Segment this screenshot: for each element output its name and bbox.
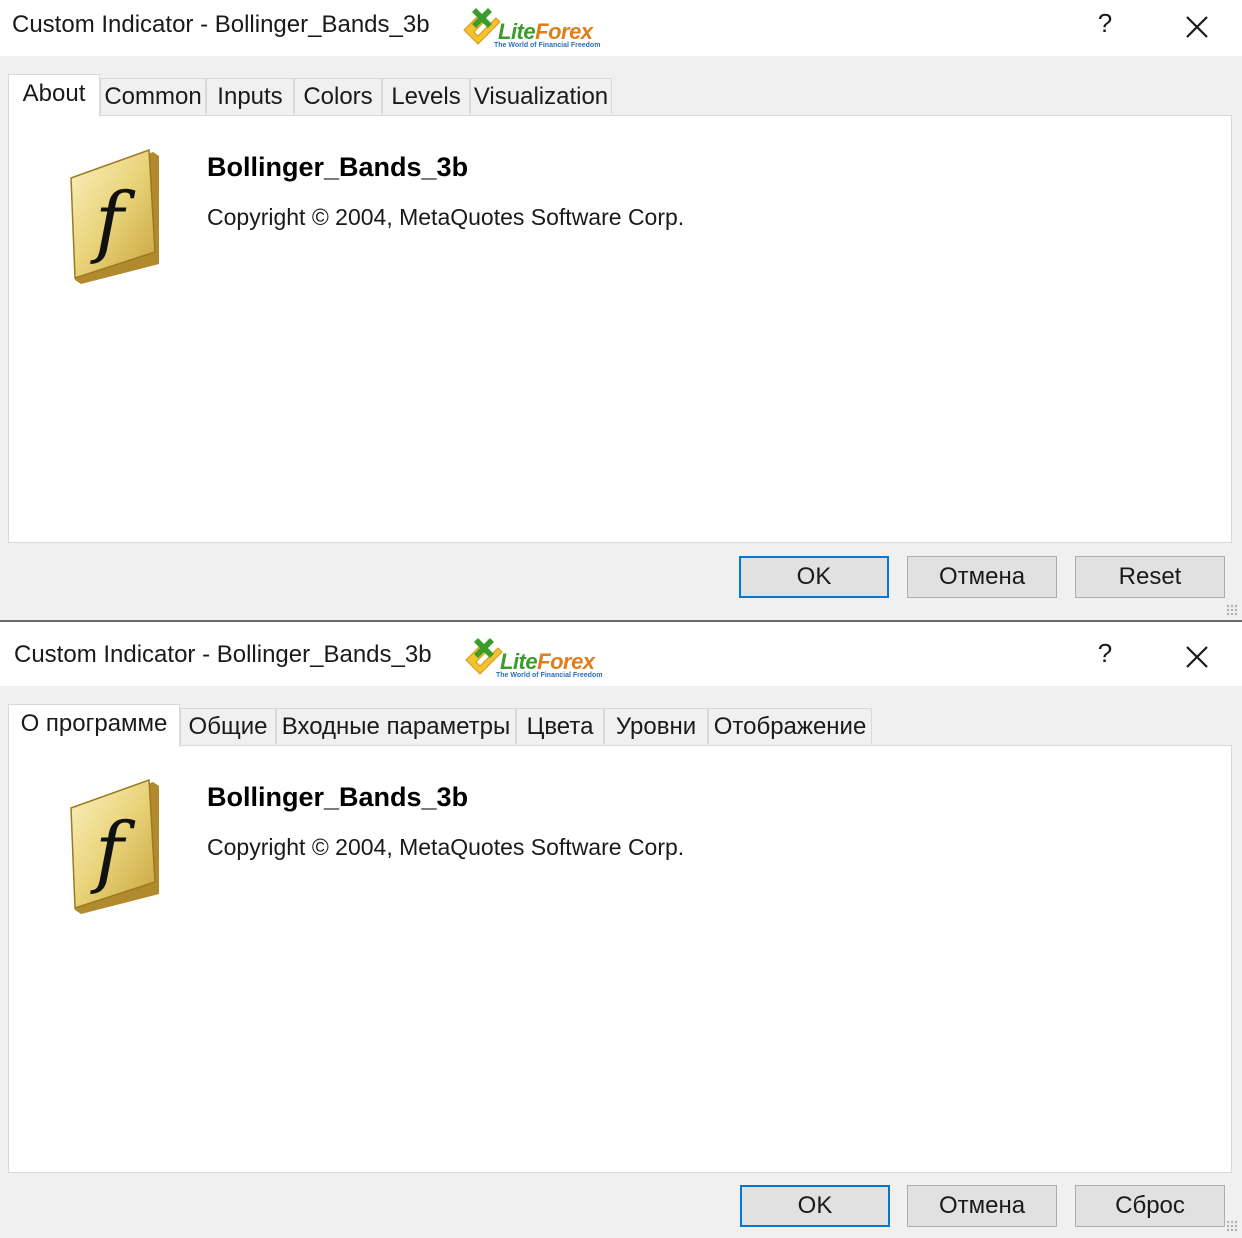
title-bar: Custom Indicator - Bollinger_Bands_3b Li… (0, 630, 1242, 686)
copyright-text: Copyright © 2004, MetaQuotes Software Co… (207, 204, 685, 230)
liteforex-logo: LiteForex The World of Financial Freedom (460, 632, 620, 682)
logo-tagline: The World of Financial Freedom (494, 42, 601, 49)
copyright-text: Copyright © 2004, MetaQuotes Software Co… (207, 834, 685, 860)
tab-common[interactable]: Общие (180, 708, 276, 744)
tab-about[interactable]: О программе (8, 704, 180, 747)
close-button[interactable] (1180, 640, 1214, 674)
tab-colors[interactable]: Colors (294, 78, 382, 114)
tab-visualization[interactable]: Отображение (708, 708, 872, 744)
tab-levels[interactable]: Levels (382, 78, 470, 114)
indicator-dialog-russian: Custom Indicator - Bollinger_Bands_3b Li… (0, 630, 1242, 1238)
cancel-button[interactable]: Отмена (907, 1185, 1057, 1227)
ok-button[interactable]: OK (739, 556, 889, 598)
help-button[interactable]: ? (1090, 8, 1120, 42)
reset-button[interactable]: Сброс (1075, 1185, 1225, 1227)
close-icon (1186, 646, 1208, 668)
ok-button[interactable]: OK (740, 1185, 890, 1227)
indicator-dialog-english: Custom Indicator - Bollinger_Bands_3b Li… (0, 0, 1242, 622)
close-button[interactable] (1180, 10, 1214, 44)
tab-levels[interactable]: Уровни (604, 708, 708, 744)
about-panel: f Bollinger_Bands_3b Copyright © 2004, M… (8, 115, 1232, 543)
liteforex-logo: LiteForex The World of Financial Freedom (458, 2, 618, 52)
resize-grip[interactable] (1226, 1220, 1238, 1232)
tab-colors[interactable]: Цвета (516, 708, 604, 744)
window-title: Custom Indicator - Bollinger_Bands_3b (14, 641, 432, 668)
function-f-icon: f (70, 778, 159, 914)
logo-tagline: The World of Financial Freedom (496, 672, 603, 679)
indicator-name: Bollinger_Bands_3b (207, 152, 469, 182)
tab-inputs[interactable]: Входные параметры (276, 708, 516, 744)
resize-grip[interactable] (1226, 604, 1238, 616)
screenshot-divider (0, 620, 1242, 630)
tab-visualization[interactable]: Visualization (470, 78, 612, 114)
tab-common[interactable]: Common (100, 78, 206, 114)
tab-inputs[interactable]: Inputs (206, 78, 294, 114)
indicator-name: Bollinger_Bands_3b (207, 782, 469, 812)
cancel-button[interactable]: Отмена (907, 556, 1057, 598)
window-title: Custom Indicator - Bollinger_Bands_3b (12, 11, 430, 38)
about-panel: f Bollinger_Bands_3b Copyright © 2004, M… (8, 745, 1232, 1173)
close-icon (1186, 16, 1208, 38)
function-f-icon: f (70, 148, 159, 284)
reset-button[interactable]: Reset (1075, 556, 1225, 598)
title-bar: Custom Indicator - Bollinger_Bands_3b Li… (0, 0, 1242, 56)
help-button[interactable]: ? (1090, 638, 1120, 672)
tab-about[interactable]: About (8, 74, 100, 117)
